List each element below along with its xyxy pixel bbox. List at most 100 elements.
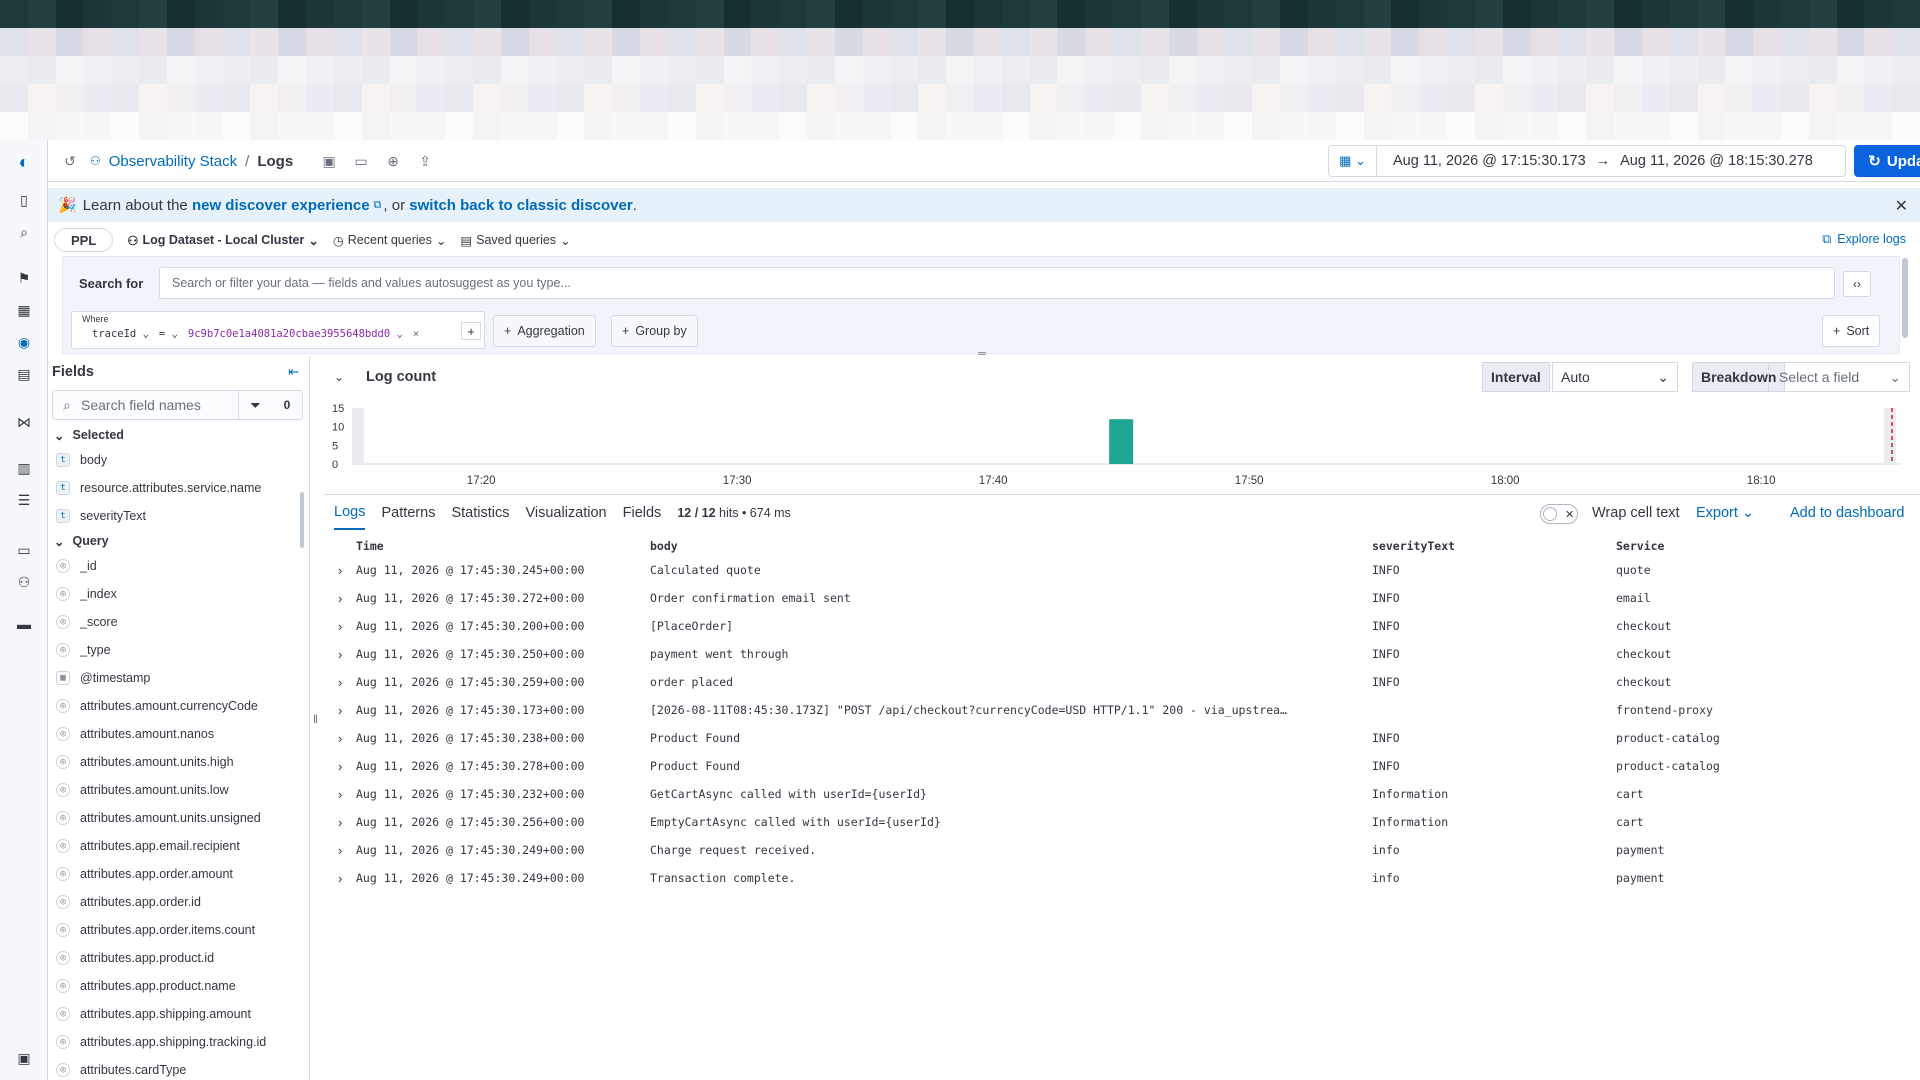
- field-item[interactable]: ◎ _index: [48, 580, 304, 608]
- date-end[interactable]: Aug 11, 2026 @ 18:15:30.278: [1620, 153, 1813, 169]
- history-icon[interactable]: ↺: [58, 149, 82, 173]
- sidebar-scrollbar[interactable]: [300, 492, 304, 548]
- field-item[interactable]: ◎ attributes.app.order.items.count: [48, 916, 304, 944]
- expand-row-icon[interactable]: ›: [338, 591, 356, 606]
- where-value[interactable]: 9c9b7c0e1a4081a20cbae3955648bdd0 ⌄: [188, 328, 403, 340]
- app-logo-icon[interactable]: ◐: [14, 152, 34, 172]
- panel-toggle-icon[interactable]: ▯: [14, 190, 34, 210]
- query-group[interactable]: ⌄ Query: [48, 530, 304, 552]
- field-item[interactable]: ◎ _score: [48, 608, 304, 636]
- tab-statistics[interactable]: Statistics: [451, 496, 509, 530]
- expand-row-icon[interactable]: ›: [338, 871, 356, 886]
- field-item[interactable]: ◎ attributes.amount.units.high: [48, 748, 304, 776]
- wrap-toggle[interactable]: ✕: [1540, 504, 1578, 524]
- table-row[interactable]: › Aug 11, 2026 @ 17:45:30.232+00:00 GetCar…: [324, 780, 1920, 808]
- expand-row-icon[interactable]: ›: [338, 843, 356, 858]
- table-row[interactable]: › Aug 11, 2026 @ 17:45:30.249+00:00 Transa…: [324, 864, 1920, 892]
- table-row[interactable]: › Aug 11, 2026 @ 17:45:30.245+00:00 Calcul…: [324, 556, 1920, 584]
- field-item[interactable]: ◎ attributes.app.shipping.amount: [48, 1000, 304, 1028]
- settings-sliders-icon[interactable]: ☰: [14, 490, 34, 510]
- dashboards-icon[interactable]: ▦: [14, 300, 34, 320]
- table-row[interactable]: › Aug 11, 2026 @ 17:45:30.259+00:00 order …: [324, 668, 1920, 696]
- explore-logs-link[interactable]: ⧉ Explore logs: [1822, 232, 1906, 247]
- field-item[interactable]: ◎ _id: [48, 552, 304, 580]
- clear-icon[interactable]: ×: [413, 328, 419, 340]
- field-item[interactable]: ◎ attributes.app.order.amount: [48, 860, 304, 888]
- field-item[interactable]: ◎ attributes.app.email.recipient: [48, 832, 304, 860]
- tab-logs[interactable]: Logs: [334, 496, 366, 530]
- collapse-sidebar-icon[interactable]: ⇤: [288, 364, 299, 380]
- panel-scrollbar[interactable]: [1902, 258, 1908, 338]
- share-icon[interactable]: ⇪: [413, 149, 437, 173]
- update-button[interactable]: ↻ Update: [1854, 145, 1920, 177]
- add-condition-icon[interactable]: +: [461, 322, 481, 340]
- console-icon[interactable]: ▣: [14, 1048, 34, 1068]
- dataset-selector[interactable]: ⚇ Log Dataset - Local Cluster ⌄: [127, 233, 319, 248]
- breakdown-select[interactable]: Select a field ⌄: [1768, 362, 1910, 392]
- breadcrumb-workspace[interactable]: Observability Stack: [109, 153, 237, 170]
- field-item[interactable]: ◎ attributes.amount.nanos: [48, 720, 304, 748]
- expand-row-icon[interactable]: ›: [338, 815, 356, 830]
- table-row[interactable]: › Aug 11, 2026 @ 17:45:30.250+00:00 paymen…: [324, 640, 1920, 668]
- resize-handle-icon[interactable]: ‖: [313, 712, 318, 726]
- group-by-button[interactable]: + Group by: [611, 315, 698, 347]
- table-row[interactable]: › Aug 11, 2026 @ 17:45:30.173+00:00 [2026-…: [324, 696, 1920, 724]
- where-operator[interactable]: = ⌄: [159, 328, 178, 340]
- column-body[interactable]: body: [650, 539, 1372, 553]
- notebook-icon[interactable]: ▭: [14, 540, 34, 560]
- field-item[interactable]: t resource.attributes.service.name: [48, 474, 304, 502]
- tab-visualization[interactable]: Visualization: [525, 496, 606, 530]
- where-clause[interactable]: Where traceId ⌄ = ⌄ 9c9b7c0e1a4081a20cba…: [71, 311, 485, 349]
- discover-icon[interactable]: ◉: [14, 332, 34, 352]
- visualize-icon[interactable]: ▤: [14, 364, 34, 384]
- where-field[interactable]: traceId ⌄: [92, 328, 149, 340]
- expand-row-icon[interactable]: ›: [338, 703, 356, 718]
- search-icon[interactable]: ⌕: [14, 222, 34, 242]
- expand-row-icon[interactable]: ›: [338, 731, 356, 746]
- interval-select[interactable]: Auto ⌄: [1552, 362, 1678, 392]
- open-folder-icon[interactable]: ▭: [349, 149, 373, 173]
- aggregation-button[interactable]: + Aggregation: [493, 315, 596, 347]
- table-row[interactable]: › Aug 11, 2026 @ 17:45:30.278+00:00 Produc…: [324, 752, 1920, 780]
- field-search-input[interactable]: ⌕ Search field names ⏷ 0: [52, 390, 303, 420]
- tab-fields[interactable]: Fields: [623, 496, 662, 530]
- saved-queries[interactable]: ▤ Saved queries ⌄: [460, 233, 570, 248]
- selected-group[interactable]: ⌄ Selected: [48, 424, 304, 446]
- language-toggle[interactable]: PPL: [54, 228, 114, 252]
- field-item[interactable]: ◎ attributes.amount.units.low: [48, 776, 304, 804]
- new-discover-link[interactable]: new discover experience: [192, 197, 370, 214]
- field-filter-button[interactable]: ⏷ 0: [238, 391, 302, 419]
- field-item[interactable]: ◎ attributes.app.order.id: [48, 888, 304, 916]
- table-row[interactable]: › Aug 11, 2026 @ 17:45:30.200+00:00 [Place…: [324, 612, 1920, 640]
- close-icon[interactable]: ✕: [1895, 196, 1908, 216]
- expand-row-icon[interactable]: ›: [338, 563, 356, 578]
- expand-row-icon[interactable]: ›: [338, 787, 356, 802]
- field-item[interactable]: ◎ attributes.cardType: [48, 1056, 304, 1080]
- sort-button[interactable]: + Sort: [1822, 315, 1881, 347]
- expand-row-icon[interactable]: ›: [338, 619, 356, 634]
- new-icon[interactable]: ⊕: [381, 149, 405, 173]
- tab-patterns[interactable]: Patterns: [381, 496, 435, 530]
- add-to-dashboard-button[interactable]: Add to dashboard: [1790, 505, 1904, 521]
- field-item[interactable]: ◎ attributes.amount.units.unsigned: [48, 804, 304, 832]
- date-picker[interactable]: ▦ ⌄ Aug 11, 2026 @ 17:15:30.173 → Aug 11…: [1328, 145, 1846, 177]
- export-button[interactable]: Export ⌄: [1696, 505, 1754, 521]
- stack-icon[interactable]: ▬: [14, 614, 34, 634]
- table-row[interactable]: › Aug 11, 2026 @ 17:45:30.238+00:00 Produc…: [324, 724, 1920, 752]
- search-input[interactable]: Search or filter your data — fields and …: [159, 267, 1835, 299]
- table-row[interactable]: › Aug 11, 2026 @ 17:45:30.272+00:00 Order …: [324, 584, 1920, 612]
- code-icon[interactable]: ‹›: [1843, 271, 1871, 297]
- reports-icon[interactable]: ▥: [14, 458, 34, 478]
- field-item[interactable]: ◎ attributes.app.shipping.tracking.id: [48, 1028, 304, 1056]
- chevron-down-icon[interactable]: ⌄: [334, 370, 344, 384]
- integrations-icon[interactable]: ⚇: [14, 572, 34, 592]
- table-row[interactable]: › Aug 11, 2026 @ 17:45:30.249+00:00 Charge…: [324, 836, 1920, 864]
- recent-queries[interactable]: ◷ Recent queries ⌄: [333, 233, 446, 248]
- calendar-icon[interactable]: ▦ ⌄: [1329, 146, 1377, 176]
- field-item[interactable]: ◎ attributes.amount.currencyCode: [48, 692, 304, 720]
- column-severity[interactable]: severityText: [1372, 539, 1616, 553]
- classic-discover-link[interactable]: switch back to classic discover: [409, 197, 632, 214]
- field-item[interactable]: ▦ @timestamp: [48, 664, 304, 692]
- field-item[interactable]: ◎ attributes.app.product.id: [48, 944, 304, 972]
- column-time[interactable]: Time: [356, 539, 650, 553]
